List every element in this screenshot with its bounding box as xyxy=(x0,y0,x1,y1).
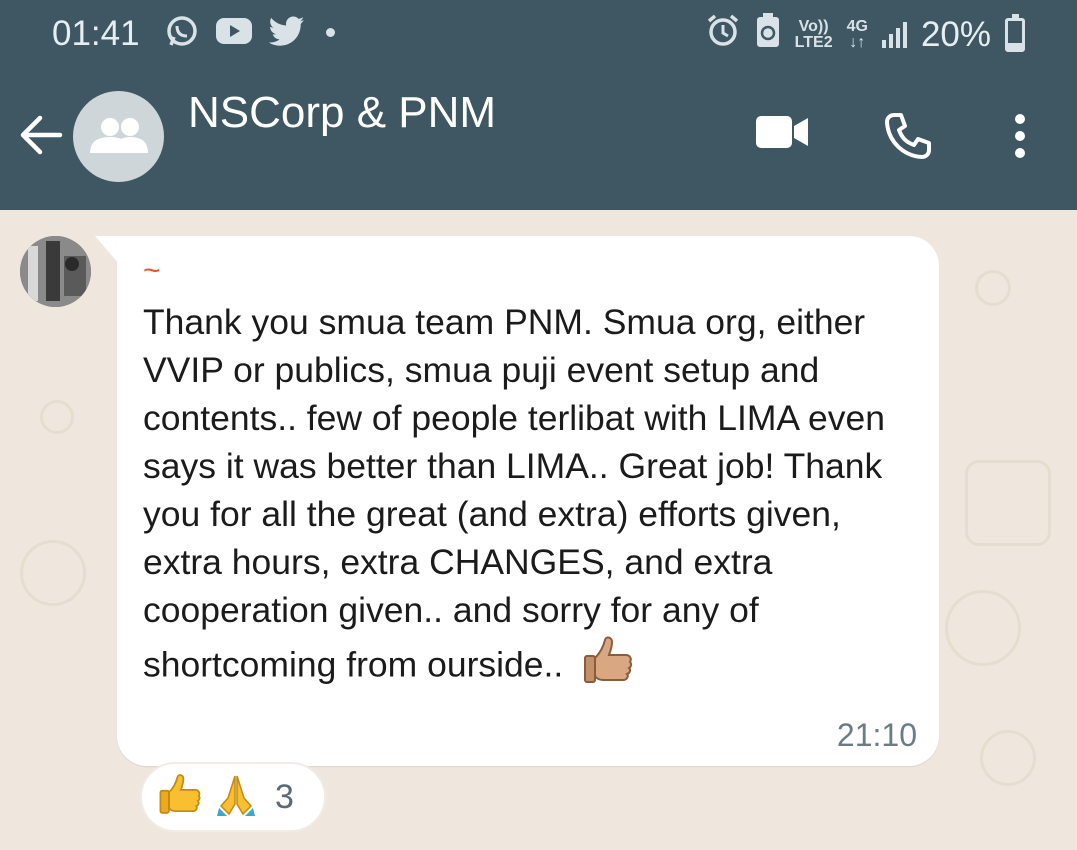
network-indicator: Vo)) LTE2 xyxy=(794,17,833,51)
status-time: 01:41 xyxy=(52,14,140,53)
video-call-icon[interactable] xyxy=(755,112,809,152)
status-right: Vo)) LTE2 4G ↓↑ 20% xyxy=(705,12,1025,57)
data-arrows-icon: ↓↑ xyxy=(849,33,866,51)
wallpaper-doodle xyxy=(20,540,86,606)
chat-header: 01:41 Vo)) LTE2 4G ↓↑ 20% NSCorp & PNM xyxy=(0,0,1077,210)
wallpaper-doodle xyxy=(945,590,1021,666)
reaction-count: 3 xyxy=(275,777,294,816)
message-text: Thank you smua team PNM. Smua org, eithe… xyxy=(143,298,913,700)
whatsapp-icon xyxy=(165,14,199,57)
bubble-tail xyxy=(95,236,119,264)
wallpaper-doodle xyxy=(40,400,74,434)
sender-avatar[interactable] xyxy=(20,236,91,307)
message-bubble[interactable]: ~ Thank you smua team PNM. Smua org, eit… xyxy=(117,236,939,766)
status-bar: 01:41 Vo)) LTE2 4G ↓↑ 20% xyxy=(0,0,1077,66)
battery-icon xyxy=(1005,13,1025,52)
back-arrow-icon[interactable] xyxy=(18,112,64,158)
message-body: Thank you smua team PNM. Smua org, eithe… xyxy=(143,302,895,685)
chat-title[interactable]: NSCorp & PNM xyxy=(188,88,496,138)
thumbs-up-icon xyxy=(157,772,203,823)
more-notifications-dot xyxy=(326,28,335,37)
network-type-label: 4G xyxy=(846,17,868,35)
message-time: 21:10 xyxy=(836,717,917,753)
alarm-icon xyxy=(705,12,741,57)
data-indicator: 4G ↓↑ xyxy=(846,17,868,51)
thumbs-up-icon xyxy=(581,634,635,700)
folded-hands-icon xyxy=(213,772,259,823)
phone-call-icon[interactable] xyxy=(884,112,932,160)
reactions-pill[interactable]: 3 xyxy=(140,762,326,832)
more-options-icon[interactable] xyxy=(1012,112,1028,160)
battery-saver-icon xyxy=(755,12,781,57)
group-avatar-icon xyxy=(89,117,148,153)
battery-percent: 20% xyxy=(920,14,991,54)
twitter-icon xyxy=(268,16,305,55)
wallpaper-doodle xyxy=(965,460,1051,546)
sender-name[interactable]: ~ xyxy=(143,254,161,288)
signal-icon xyxy=(881,21,907,48)
group-avatar[interactable] xyxy=(73,91,164,182)
youtube-icon xyxy=(215,16,253,55)
lte-label: LTE2 xyxy=(794,33,833,51)
wallpaper-doodle xyxy=(980,730,1036,786)
notification-icons xyxy=(165,14,305,57)
volte-label: Vo)) xyxy=(798,17,829,35)
wallpaper-doodle xyxy=(975,270,1011,306)
